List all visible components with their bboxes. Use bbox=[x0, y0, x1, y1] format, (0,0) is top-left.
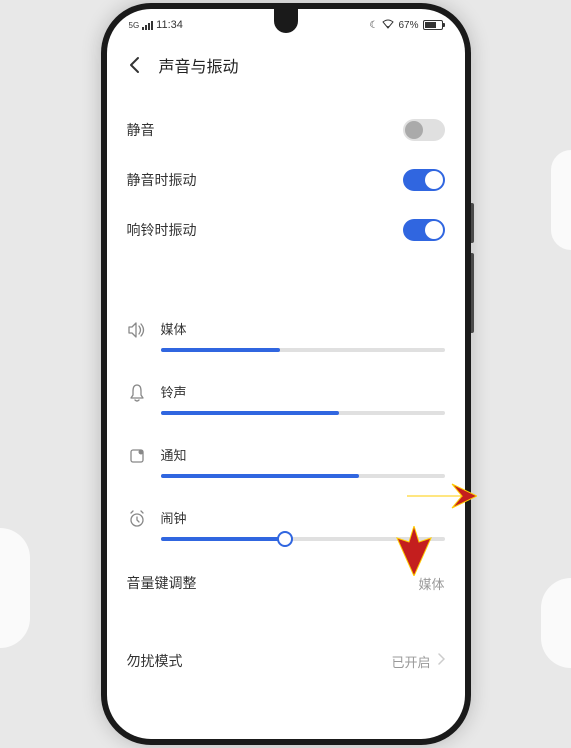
notification-slider[interactable] bbox=[161, 474, 445, 478]
header: 声音与振动 bbox=[107, 41, 465, 89]
mute-row: 静音 bbox=[127, 105, 445, 155]
volume-key-label: 音量键调整 bbox=[127, 573, 197, 593]
dnd-value: 已开启 bbox=[391, 652, 430, 671]
annotation-arrow-1 bbox=[407, 478, 477, 519]
vibrate-ring-toggle[interactable] bbox=[403, 219, 445, 241]
power-button bbox=[471, 203, 474, 243]
alarm-slider-thumb[interactable] bbox=[277, 531, 293, 547]
alarm-label: 闹钟 bbox=[161, 508, 445, 527]
vibrate-mute-toggle[interactable] bbox=[403, 169, 445, 191]
ringtone-label: 铃声 bbox=[161, 382, 445, 401]
volume-button bbox=[471, 253, 474, 333]
bell-icon bbox=[127, 383, 147, 403]
battery-icon bbox=[423, 20, 443, 30]
chevron-right-icon bbox=[437, 652, 445, 670]
notification-icon bbox=[127, 446, 147, 466]
mute-toggle[interactable] bbox=[403, 119, 445, 141]
media-label: 媒体 bbox=[161, 319, 445, 338]
notch bbox=[274, 9, 298, 33]
vibrate-mute-label: 静音时振动 bbox=[127, 170, 197, 190]
moon-icon: ☾ bbox=[370, 20, 379, 31]
battery-percent: 67% bbox=[398, 20, 418, 31]
vibrate-ring-label: 响铃时振动 bbox=[127, 220, 197, 240]
alarm-icon bbox=[127, 509, 147, 529]
ringtone-slider[interactable] bbox=[161, 411, 445, 415]
ringtone-slider-section: 铃声 bbox=[127, 364, 445, 427]
network-label: 5G bbox=[129, 21, 140, 30]
signal-icon bbox=[142, 21, 153, 30]
vibrate-mute-row: 静音时振动 bbox=[127, 155, 445, 205]
annotation-arrow-2 bbox=[393, 526, 435, 581]
notification-label: 通知 bbox=[161, 445, 445, 464]
media-slider-section: 媒体 bbox=[127, 301, 445, 364]
media-slider[interactable] bbox=[161, 348, 445, 352]
notification-slider-section: 通知 bbox=[127, 427, 445, 490]
volume-icon bbox=[127, 320, 147, 340]
status-time: 11:34 bbox=[156, 19, 183, 31]
vibrate-ring-row: 响铃时振动 bbox=[127, 205, 445, 255]
dnd-row[interactable]: 勿扰模式 已开启 bbox=[127, 637, 445, 685]
phone-frame: 5G 11:34 ☾ 67% 声音与振动 bbox=[101, 3, 471, 745]
back-button[interactable] bbox=[125, 55, 145, 75]
mute-label: 静音 bbox=[127, 120, 155, 140]
dnd-label: 勿扰模式 bbox=[127, 651, 183, 671]
page-title: 声音与振动 bbox=[159, 53, 239, 77]
wifi-icon bbox=[382, 19, 394, 32]
